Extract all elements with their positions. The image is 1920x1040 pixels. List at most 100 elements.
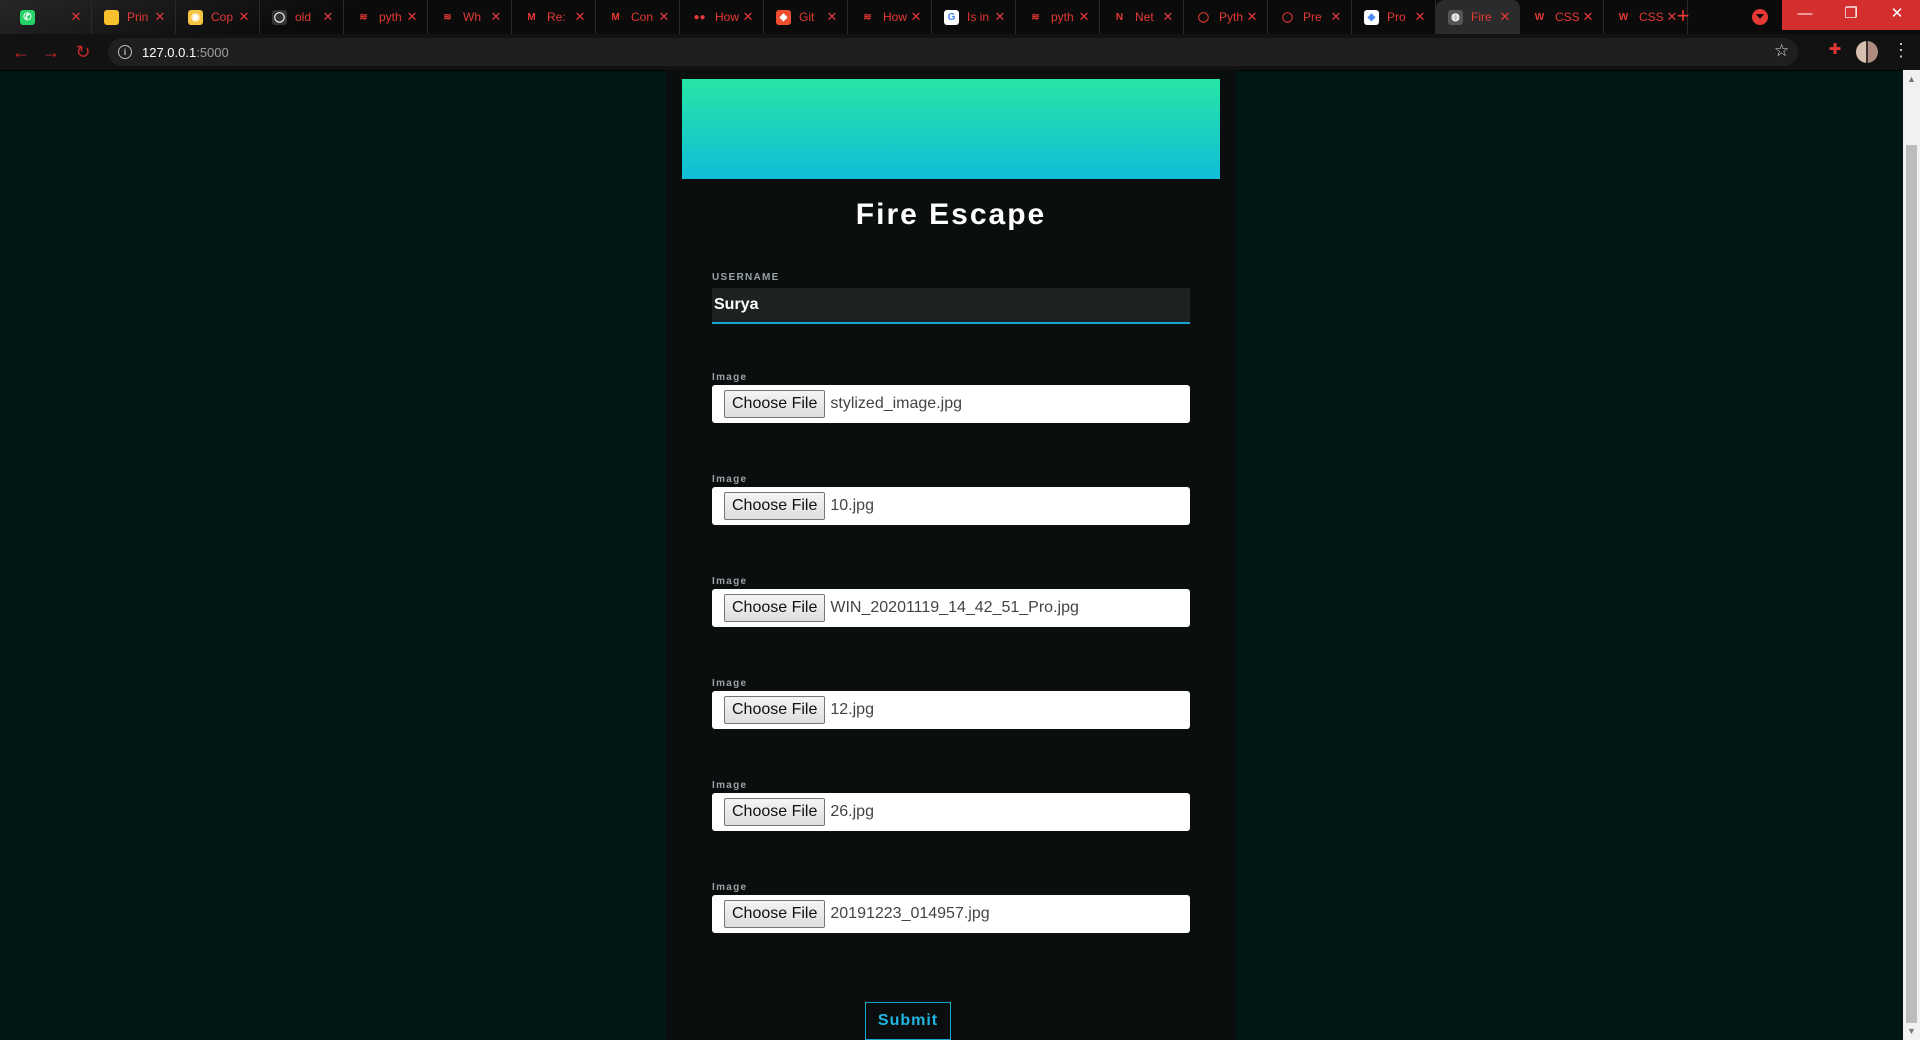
browser-tab[interactable]: M Re: ✕: [512, 0, 596, 34]
tab-title: Cop: [211, 10, 234, 24]
browser-tab[interactable]: ◍ Fire ✕: [1436, 0, 1520, 34]
browser-tab[interactable]: ●● How ✕: [680, 0, 764, 34]
browser-tab[interactable]: M Con ✕: [596, 0, 680, 34]
browser-tab[interactable]: ◯ old ✕: [260, 0, 344, 34]
browser-tab[interactable]: ≋ Wh ✕: [428, 0, 512, 34]
submit-button[interactable]: Submit: [865, 1002, 951, 1040]
extensions-icon[interactable]: ✚: [1826, 40, 1844, 58]
browser-tab[interactable]: ≋ pyth ✕: [344, 0, 428, 34]
tab-title: Wh: [463, 10, 481, 24]
browser-tab[interactable]: Prin ✕: [92, 0, 176, 34]
image-file-input[interactable]: Choose File 26.jpg: [712, 793, 1190, 831]
close-tab-icon[interactable]: ✕: [69, 9, 83, 25]
browser-tab[interactable]: ◉ Cop ✕: [176, 0, 260, 34]
page-viewport: Fire Escape USERNAME Surya Image Choose F…: [0, 70, 1903, 1040]
page-scrollbar[interactable]: ▲ ▼: [1903, 70, 1920, 1040]
image-label: Image: [712, 678, 748, 689]
new-tab-button[interactable]: +: [1672, 5, 1694, 28]
medium-icon: ●●: [692, 9, 707, 25]
info-icon[interactable]: i: [118, 45, 132, 59]
tab-title: Pro: [1387, 10, 1406, 24]
image-file-input[interactable]: Choose File 10.jpg: [712, 487, 1190, 525]
stackoverflow-icon: ≋: [356, 9, 371, 25]
tab-title: pyth: [1051, 10, 1074, 24]
close-tab-icon[interactable]: ✕: [237, 9, 251, 25]
close-tab-icon[interactable]: ✕: [1581, 9, 1595, 25]
close-tab-icon[interactable]: ✕: [1498, 9, 1512, 25]
tab-title: Is in: [967, 10, 990, 24]
bookmark-star-icon[interactable]: ☆: [1774, 41, 1789, 61]
power-icon: ◯: [1280, 9, 1295, 25]
browser-tab[interactable]: ◈ Pro ✕: [1352, 0, 1436, 34]
tab-strip: ✆ ✕ Prin ✕ ◉ Cop ✕ ◯ old ✕ ≋ pyth ✕ ≋ Wh ✕ M Re: ✕ M Con ✕ ●● H…: [0, 0, 1920, 34]
reload-button[interactable]: ↻: [72, 41, 94, 63]
close-tab-icon[interactable]: ✕: [573, 9, 587, 25]
browser-menu-icon[interactable]: ⋮: [1892, 41, 1910, 59]
selected-file-name: 10.jpg: [830, 497, 874, 514]
tab-title: How: [883, 10, 908, 24]
address-bar[interactable]: i 127.0.0.1:5000 ☆: [108, 38, 1798, 66]
close-tab-icon[interactable]: ✕: [1329, 9, 1343, 25]
choose-file-button[interactable]: Choose File: [724, 492, 826, 520]
whatsapp-icon: ✆: [20, 9, 35, 25]
browser-tab[interactable]: ◯ Pyth ✕: [1184, 0, 1268, 34]
google-icon: G: [944, 9, 959, 25]
stackoverflow-icon: ≋: [860, 9, 875, 25]
scroll-thumb[interactable]: [1906, 145, 1917, 1023]
choose-file-button[interactable]: Choose File: [724, 594, 826, 622]
choose-file-button[interactable]: Choose File: [724, 798, 826, 826]
image-file-input[interactable]: Choose File WIN_20201119_14_42_51_Pro.jpg: [712, 589, 1190, 627]
close-tab-icon[interactable]: ✕: [405, 9, 419, 25]
stackoverflow-icon: ≋: [1028, 9, 1043, 25]
browser-tab[interactable]: ◯ Pre ✕: [1268, 0, 1352, 34]
restore-button[interactable]: ❐: [1828, 0, 1874, 30]
image-file-input[interactable]: Choose File 12.jpg: [712, 691, 1190, 729]
choose-file-button[interactable]: Choose File: [724, 390, 826, 418]
close-tab-icon[interactable]: ✕: [321, 9, 335, 25]
image-file-input[interactable]: Choose File 20191223_014957.jpg: [712, 895, 1190, 933]
tab-title: old: [295, 10, 312, 24]
close-window-button[interactable]: ✕: [1874, 0, 1920, 30]
profile-avatar[interactable]: [1856, 41, 1878, 63]
tab-title: Pyth: [1219, 10, 1244, 24]
browser-tab[interactable]: ✆ ✕: [8, 0, 92, 34]
close-tab-icon[interactable]: ✕: [741, 9, 755, 25]
choose-file-button[interactable]: Choose File: [724, 900, 826, 928]
selected-file-name: 26.jpg: [830, 803, 874, 820]
browser-tab[interactable]: W CSS ✕: [1520, 0, 1604, 34]
header-banner: [682, 79, 1220, 179]
close-tab-icon[interactable]: ✕: [1077, 9, 1091, 25]
globe-icon: ◍: [1448, 9, 1463, 25]
tab-title: Re:: [547, 10, 566, 24]
close-tab-icon[interactable]: ✕: [825, 9, 839, 25]
tab-search-icon[interactable]: [1752, 9, 1768, 25]
browser-tab[interactable]: N Net ✕: [1100, 0, 1184, 34]
close-tab-icon[interactable]: ✕: [1413, 9, 1427, 25]
tab-title: Net: [1135, 10, 1154, 24]
choose-file-button[interactable]: Choose File: [724, 696, 826, 724]
close-tab-icon[interactable]: ✕: [153, 9, 167, 25]
username-input[interactable]: Surya: [712, 288, 1190, 324]
close-tab-icon[interactable]: ✕: [657, 9, 671, 25]
close-tab-icon[interactable]: ✕: [909, 9, 923, 25]
selected-file-name: WIN_20201119_14_42_51_Pro.jpg: [830, 599, 1079, 616]
browser-tab[interactable]: G Is in ✕: [932, 0, 1016, 34]
image-file-input[interactable]: Choose File stylized_image.jpg: [712, 385, 1190, 423]
scroll-up-arrow-icon[interactable]: ▲: [1903, 72, 1920, 86]
url-text: 127.0.0.1:5000: [142, 45, 229, 60]
close-tab-icon[interactable]: ✕: [1161, 9, 1175, 25]
python-icon: ◯: [1196, 9, 1211, 25]
minimize-button[interactable]: —: [1782, 0, 1828, 30]
browser-tab[interactable]: ≋ How ✕: [848, 0, 932, 34]
forward-button[interactable]: →: [40, 41, 62, 63]
close-tab-icon[interactable]: ✕: [489, 9, 503, 25]
back-button[interactable]: ←: [10, 41, 32, 63]
username-value: Surya: [714, 296, 759, 313]
close-tab-icon[interactable]: ✕: [1245, 9, 1259, 25]
git-icon: ◆: [776, 9, 791, 25]
browser-tab[interactable]: ◆ Git ✕: [764, 0, 848, 34]
close-tab-icon[interactable]: ✕: [993, 9, 1007, 25]
browser-tab[interactable]: ≋ pyth ✕: [1016, 0, 1100, 34]
scroll-down-arrow-icon[interactable]: ▼: [1903, 1024, 1920, 1038]
tab-title: Pre: [1303, 10, 1322, 24]
